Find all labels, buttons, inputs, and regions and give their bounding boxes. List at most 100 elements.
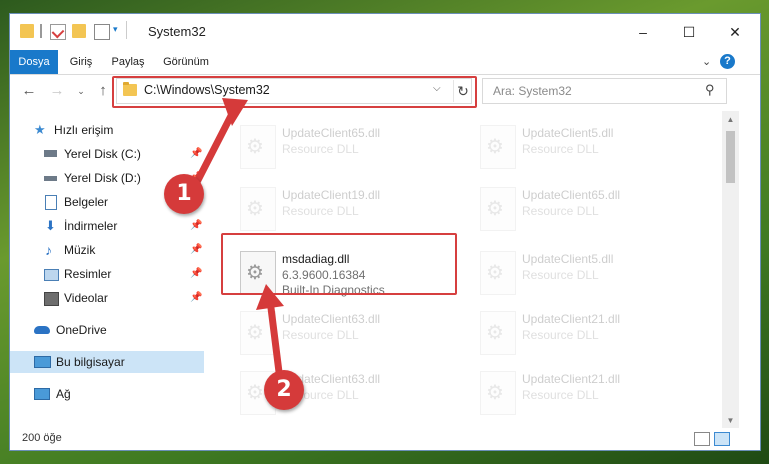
expand-ribbon-icon[interactable]: ⌄ — [702, 55, 711, 68]
search-input[interactable]: Ara: System32 — [493, 84, 572, 98]
title-bar: ▾ System32 – ☐ ✕ — [10, 14, 760, 50]
dll-file-icon — [480, 311, 516, 355]
navigation-pane: ★ Hızlı erişim Yerel Disk (C:) 📌 Yerel D… — [10, 111, 206, 429]
dll-file-icon — [480, 125, 516, 169]
file-highlight — [221, 233, 457, 295]
up-arrow-icon[interactable]: ↑ — [94, 82, 112, 100]
tab-giris[interactable]: Giriş — [62, 50, 100, 74]
pin-icon[interactable]: 📌 — [190, 263, 202, 285]
close-button[interactable]: ✕ — [712, 14, 758, 50]
dll-file-icon — [240, 125, 276, 169]
scrollbar-thumb[interactable] — [726, 131, 735, 183]
pictures-icon — [44, 269, 59, 281]
step-1-badge: 1 — [164, 174, 204, 214]
properties-icon[interactable] — [50, 24, 66, 40]
file-tile[interactable]: UpdateClient5.dll Resource DLL — [474, 247, 702, 301]
maximize-button[interactable]: ☐ — [666, 14, 712, 50]
file-tile[interactable]: UpdateClient65.dll Resource DLL — [234, 121, 462, 175]
file-type: Resource DLL — [522, 388, 599, 402]
scroll-down-icon[interactable]: ▼ — [722, 412, 739, 429]
tab-gorunum[interactable]: Görünüm — [158, 50, 214, 74]
documents-icon — [45, 195, 57, 210]
sidebar-item-label: Yerel Disk (D:) — [64, 171, 141, 185]
file-tile[interactable]: UpdateClient5.dll Resource DLL — [474, 121, 702, 175]
sidebar-item-bu-bilgisayar[interactable]: Bu bilgisayar — [10, 351, 204, 373]
view-options-icon[interactable] — [94, 24, 110, 40]
search-icon[interactable]: ⚲ — [705, 82, 715, 98]
file-name: UpdateClient65.dll — [282, 126, 381, 140]
sidebar-item-disk-c[interactable]: Yerel Disk (C:) 📌 — [44, 143, 204, 165]
ribbon-tabs: Dosya Giriş Paylaş Görünüm ⌄ ? — [10, 50, 760, 75]
customize-toolbar-icon[interactable]: ▾ — [113, 24, 118, 35]
window-title: System32 — [148, 24, 206, 39]
drive-icon — [44, 150, 57, 157]
sidebar-item-onedrive[interactable]: OneDrive — [34, 319, 204, 341]
pin-icon[interactable]: 📌 — [190, 143, 202, 165]
sidebar-item-label: Videolar — [64, 291, 108, 305]
vertical-scrollbar[interactable]: ▲ ▼ — [722, 111, 739, 429]
drive-icon — [44, 176, 57, 181]
minimize-button[interactable]: – — [620, 14, 666, 50]
sidebar-item-label: Belgeler — [64, 195, 109, 209]
file-name: UpdateClient5.dll — [522, 126, 614, 140]
separator — [126, 21, 127, 39]
sidebar-item-muzik[interactable]: ♪ Müzik 📌 — [44, 239, 204, 261]
file-type: Resource DLL — [522, 204, 599, 218]
tab-paylas[interactable]: Paylaş — [106, 50, 150, 74]
sidebar-item-label: Resimler — [64, 267, 112, 281]
sidebar-item-indirmeler[interactable]: ⬇ İndirmeler 📌 — [44, 215, 204, 237]
sidebar-item-ag[interactable]: Ağ — [34, 383, 204, 405]
file-tile[interactable]: UpdateClient63.dll Resource DLL — [234, 307, 462, 361]
dll-file-icon — [240, 187, 276, 231]
cloud-icon — [34, 326, 50, 334]
forward-arrow-icon[interactable]: → — [48, 82, 66, 100]
sidebar-item-quick-access[interactable]: ★ Hızlı erişim — [34, 119, 204, 141]
dll-file-icon — [480, 251, 516, 295]
scroll-up-icon[interactable]: ▲ — [722, 111, 739, 128]
sidebar-item-videolar[interactable]: Videolar 📌 — [44, 287, 204, 309]
tiles-view-icon[interactable] — [714, 432, 730, 446]
file-type: Resource DLL — [522, 268, 599, 282]
dll-file-icon — [240, 311, 276, 355]
item-count: 200 öğe — [22, 432, 62, 444]
file-name: UpdateClient21.dll — [522, 312, 621, 326]
file-type: Resource DLL — [282, 204, 359, 218]
star-icon: ★ — [34, 122, 46, 137]
pin-icon[interactable]: 📌 — [190, 215, 202, 237]
folder-icon — [20, 24, 34, 38]
new-folder-icon[interactable] — [72, 24, 86, 38]
separator — [40, 24, 42, 38]
music-icon: ♪ — [45, 242, 52, 258]
address-bar-highlight — [112, 76, 477, 108]
file-tile[interactable]: UpdateClient19.dll Resource DLL — [234, 183, 462, 237]
back-arrow-icon[interactable]: ← — [20, 82, 38, 100]
file-name: UpdateClient65.dll — [522, 188, 621, 202]
file-name: UpdateClient21.dll — [522, 372, 621, 386]
sidebar-item-resimler[interactable]: Resimler 📌 — [44, 263, 204, 285]
sidebar-item-label: OneDrive — [56, 323, 107, 337]
tab-dosya[interactable]: Dosya — [10, 50, 58, 74]
file-type: Resource DLL — [282, 142, 359, 156]
sidebar-item-label: Bu bilgisayar — [56, 355, 125, 369]
step-2-badge: 2 — [264, 370, 304, 410]
file-type: Resource DLL — [522, 328, 599, 342]
pin-icon[interactable]: 📌 — [190, 239, 202, 261]
sidebar-item-label: İndirmeler — [64, 219, 118, 233]
file-tile[interactable]: UpdateClient21.dll Resource DLL — [474, 367, 702, 421]
recent-locations-icon[interactable]: ⌄ — [72, 82, 90, 100]
download-icon: ⬇ — [45, 218, 56, 233]
file-tile[interactable]: UpdateClient65.dll Resource DLL — [474, 183, 702, 237]
help-icon[interactable]: ? — [720, 54, 735, 69]
dll-file-icon — [480, 371, 516, 415]
file-name: UpdateClient19.dll — [282, 188, 381, 202]
status-bar: 200 öğe — [10, 428, 760, 450]
pin-icon[interactable]: 📌 — [190, 287, 202, 309]
sidebar-item-label: Müzik — [64, 243, 96, 257]
file-name: UpdateClient63.dll — [282, 312, 381, 326]
sidebar-item-label: Ağ — [56, 387, 71, 401]
file-tile[interactable]: UpdateClient21.dll Resource DLL — [474, 307, 702, 361]
network-icon — [34, 388, 50, 400]
details-view-icon[interactable] — [694, 432, 710, 446]
videos-icon — [44, 292, 59, 306]
search-box[interactable]: Ara: System32 ⚲ — [482, 78, 727, 104]
